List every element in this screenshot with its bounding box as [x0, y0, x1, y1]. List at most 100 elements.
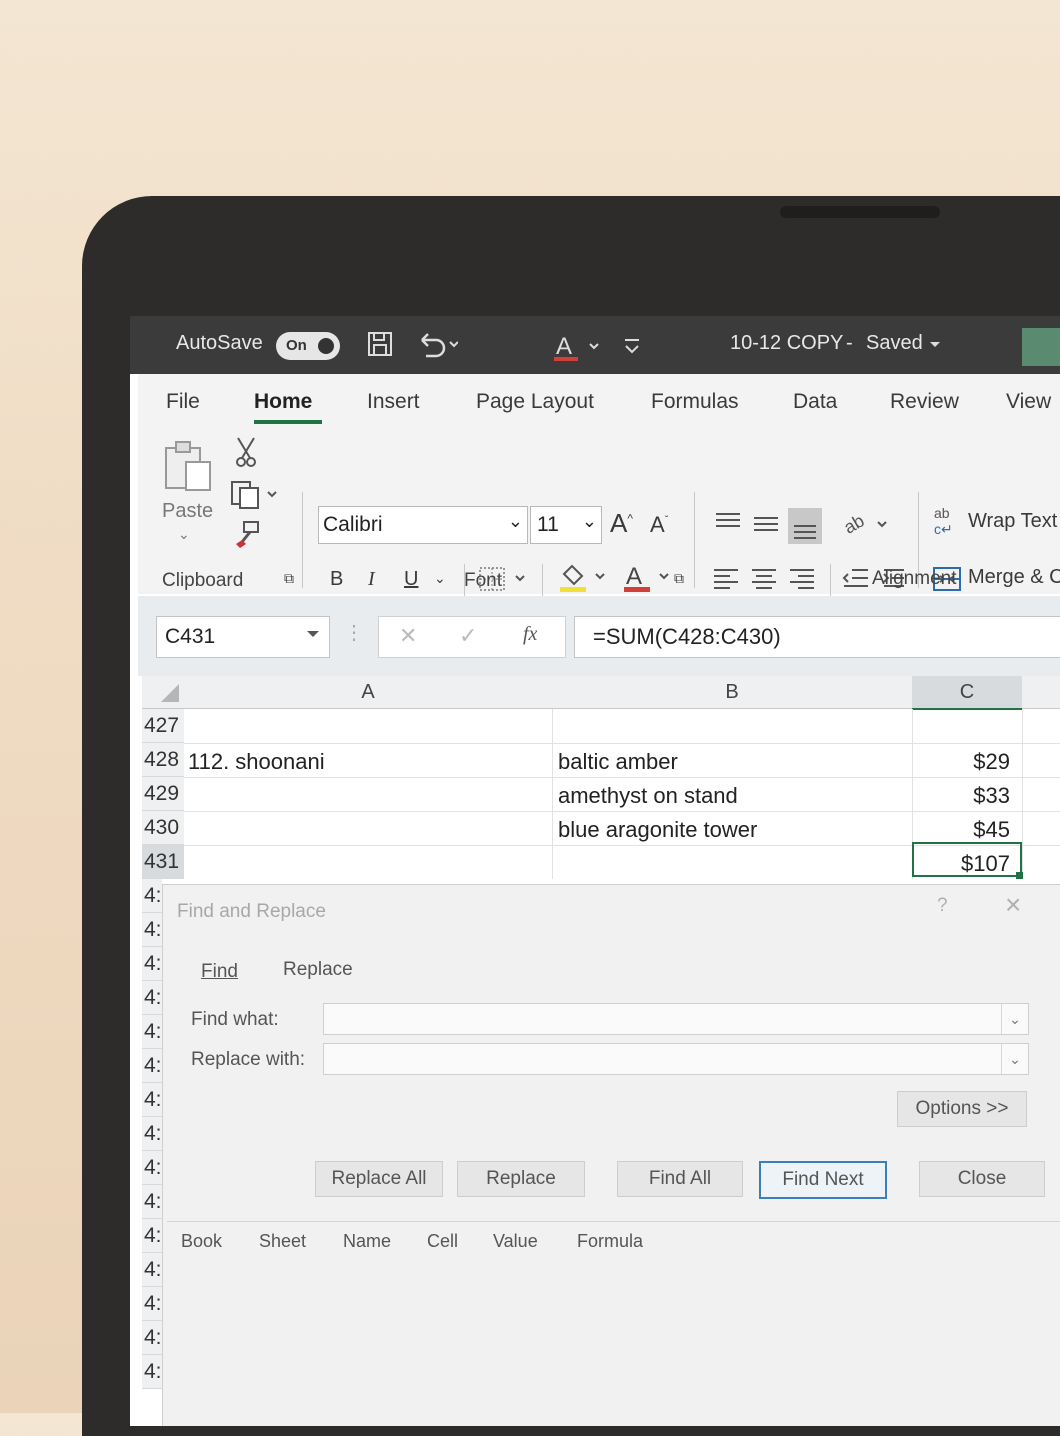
results-divider [167, 1221, 1060, 1222]
paste-icon[interactable] [162, 440, 214, 500]
enter-icon[interactable]: ✓ [459, 623, 477, 649]
fill-handle[interactable] [1016, 872, 1023, 879]
row-header[interactable]: 4: [142, 1253, 162, 1287]
cell-b430[interactable]: blue aragonite tower [558, 817, 757, 843]
underline-button[interactable]: U [404, 568, 418, 591]
find-what-input[interactable]: ⌄ [323, 1003, 1029, 1035]
row-header[interactable]: 4: [142, 1117, 162, 1151]
cancel-icon[interactable]: ✕ [399, 623, 417, 649]
row-header[interactable]: 4: [142, 879, 162, 913]
row-header[interactable]: 4: [142, 1321, 162, 1355]
results-col-value[interactable]: Value [493, 1231, 538, 1252]
tab-replace[interactable]: Replace [283, 959, 353, 981]
customize-qat-icon[interactable] [622, 330, 642, 366]
replace-all-button[interactable]: Replace All [315, 1161, 443, 1197]
orientation-icon[interactable]: ab [840, 508, 894, 546]
column-header-b[interactable]: B [552, 676, 913, 709]
format-painter-icon[interactable] [232, 520, 262, 556]
paste-dropdown-icon[interactable]: ⌄ [178, 526, 190, 543]
close-button[interactable]: Close [919, 1161, 1045, 1197]
row-header[interactable]: 428 [142, 743, 184, 777]
formula-input[interactable]: =SUM(C428:C430) [574, 616, 1060, 658]
row-header[interactable]: 4: [142, 1219, 162, 1253]
decrease-font-icon[interactable]: Aˇ [650, 512, 668, 538]
wrap-text-button[interactable]: Wrap Text [968, 510, 1057, 533]
save-icon[interactable] [366, 330, 396, 366]
chevron-down-icon[interactable]: ⌄ [1001, 1044, 1028, 1074]
tab-formulas[interactable]: Formulas [651, 390, 739, 414]
find-next-button[interactable]: Find Next [759, 1161, 887, 1199]
results-col-book[interactable]: Book [181, 1231, 222, 1252]
undo-icon[interactable] [416, 330, 459, 366]
fill-color-icon[interactable] [558, 560, 614, 600]
replace-button[interactable]: Replace [457, 1161, 585, 1197]
column-header-d[interactable] [1022, 676, 1060, 709]
row-header[interactable]: 431 [142, 845, 184, 879]
column-header-c[interactable]: C [912, 676, 1023, 710]
row-header[interactable]: 4: [142, 1355, 162, 1389]
drag-handle-icon[interactable]: ⋮ [344, 620, 364, 645]
results-col-cell[interactable]: Cell [427, 1231, 458, 1252]
row-header[interactable]: 4: [142, 981, 162, 1015]
tab-insert[interactable]: Insert [367, 390, 420, 414]
tab-file[interactable]: File [166, 390, 200, 414]
tab-review[interactable]: Review [890, 390, 959, 414]
row-header[interactable]: 4: [142, 1185, 162, 1219]
chevron-down-icon[interactable]: ⌄ [434, 570, 446, 587]
find-all-button[interactable]: Find All [617, 1161, 743, 1197]
chevron-down-icon[interactable] [928, 334, 942, 360]
font-color-icon[interactable]: A [622, 560, 678, 600]
results-col-formula[interactable]: Formula [577, 1231, 643, 1252]
paste-label[interactable]: Paste [162, 500, 213, 523]
font-name-select[interactable]: Calibri ⌄ [318, 506, 528, 544]
cell-c429[interactable]: $33 [973, 783, 1010, 809]
cell-c428[interactable]: $29 [973, 749, 1010, 775]
bold-button[interactable]: B [330, 568, 343, 591]
close-icon[interactable]: × [1005, 889, 1021, 921]
autosave-toggle[interactable]: On [276, 332, 340, 360]
row-header[interactable]: 4: [142, 1151, 162, 1185]
save-status[interactable]: Saved [866, 332, 923, 355]
tab-find[interactable]: Find [201, 961, 238, 983]
results-col-sheet[interactable]: Sheet [259, 1231, 306, 1252]
select-all-corner[interactable] [142, 676, 185, 709]
copy-icon[interactable] [230, 480, 282, 516]
row-header[interactable]: 4: [142, 947, 162, 981]
replace-with-input[interactable]: ⌄ [323, 1043, 1029, 1075]
tab-view[interactable]: View [1006, 390, 1051, 414]
row-header[interactable]: 427 [142, 709, 184, 743]
font-color-qat-icon[interactable]: A [554, 330, 610, 370]
options-button[interactable]: Options >> [897, 1091, 1027, 1127]
account-area[interactable] [1022, 328, 1060, 366]
row-header[interactable]: 4: [142, 1049, 162, 1083]
column-header-a[interactable]: A [184, 676, 553, 709]
tab-page-layout[interactable]: Page Layout [476, 390, 594, 414]
chevron-down-icon[interactable]: ⌄ [1001, 1004, 1028, 1034]
row-header[interactable]: 4: [142, 1083, 162, 1117]
help-button[interactable]: ? [937, 895, 948, 917]
row-header[interactable]: 430 [142, 811, 184, 845]
italic-button[interactable]: I [368, 568, 375, 591]
insert-function-icon[interactable]: fx [523, 623, 537, 646]
cell-c430[interactable]: $45 [973, 817, 1010, 843]
name-box[interactable]: C431 [156, 616, 330, 658]
tab-data[interactable]: Data [793, 390, 837, 414]
cell-b429[interactable]: amethyst on stand [558, 783, 738, 809]
clipboard-launcher-icon[interactable]: ⧉ [284, 570, 294, 587]
font-launcher-icon[interactable]: ⧉ [674, 570, 684, 587]
cut-icon[interactable] [234, 436, 258, 474]
align-top-icon[interactable] [712, 506, 832, 552]
row-header[interactable]: 4: [142, 1015, 162, 1049]
results-col-name[interactable]: Name [343, 1231, 391, 1252]
wrap-text-icon[interactable]: ab c↵ [932, 504, 962, 544]
cell-b428[interactable]: baltic amber [558, 749, 678, 775]
font-size-select[interactable]: 11 ⌄ [530, 506, 602, 544]
tab-home[interactable]: Home [254, 390, 312, 414]
cell-a428[interactable]: 112. shoonani [188, 749, 325, 775]
row-header[interactable]: 4: [142, 1287, 162, 1321]
active-cell-border [912, 842, 1022, 877]
row-header[interactable]: 429 [142, 777, 184, 811]
merge-button[interactable]: Merge & C [968, 566, 1060, 589]
row-header[interactable]: 4: [142, 913, 162, 947]
increase-font-icon[interactable]: A^ [610, 508, 633, 539]
